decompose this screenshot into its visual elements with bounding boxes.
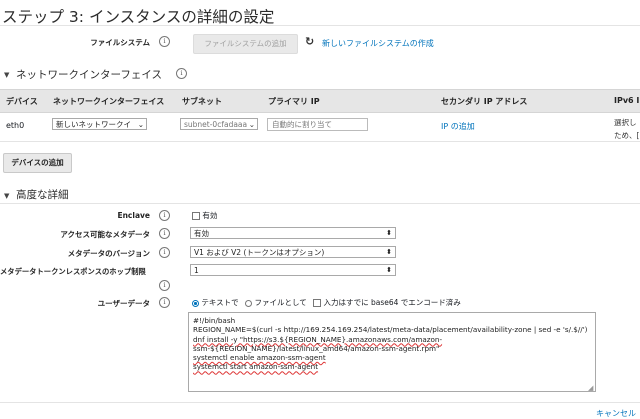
enclave-label: Enclave xyxy=(117,211,150,220)
script-line: dnf install -y "https://s3.${REGION_NAME… xyxy=(193,334,443,344)
enclave-checkbox-label: 有効 xyxy=(202,211,218,220)
caret-down-icon[interactable]: ▼ xyxy=(4,192,9,200)
select-arrows-icon: ⬍ xyxy=(386,229,392,237)
info-icon[interactable]: i xyxy=(159,210,170,221)
caret-down-icon[interactable]: ▼ xyxy=(4,71,9,79)
radio-as-text[interactable] xyxy=(192,299,199,307)
divider xyxy=(0,25,640,26)
metadata-access-label: アクセス可能なメタデータ xyxy=(60,230,150,239)
device-cell: eth0 xyxy=(6,121,25,130)
select-arrows-icon: ⬍ xyxy=(386,266,392,274)
column-interface: ネットワークインターフェイス xyxy=(53,97,165,106)
metadata-access-select[interactable]: 有効 ⬍ xyxy=(190,227,396,239)
radio-as-text-label: テキストで xyxy=(201,298,239,307)
user-data-label: ユーザーデータ xyxy=(97,299,150,308)
hop-limit-select[interactable]: 1 ⬍ xyxy=(190,264,396,276)
create-filesystem-link[interactable]: 新しいファイルシステムの作成 xyxy=(322,38,434,49)
radio-as-file[interactable] xyxy=(245,299,253,307)
info-icon[interactable]: i xyxy=(159,280,170,291)
cancel-link[interactable]: キャンセル xyxy=(596,408,636,419)
enclave-checkbox[interactable] xyxy=(192,212,200,220)
divider xyxy=(0,203,640,204)
divider xyxy=(0,402,640,403)
divider xyxy=(0,141,640,142)
ipv6-note-line2: ため、[ xyxy=(614,131,640,140)
info-icon[interactable]: i xyxy=(176,68,187,79)
column-secondary-ip: セカンダリ IP アドレス xyxy=(441,97,528,106)
info-icon[interactable]: i xyxy=(159,228,170,239)
ipv6-note-line1: 選択し xyxy=(614,118,637,127)
add-device-button[interactable]: デバイスの追加 xyxy=(3,153,72,173)
column-ipv6: IPv6 IP xyxy=(614,96,640,105)
subnet-select[interactable]: subnet-0cfadaaa ⌄ xyxy=(180,118,258,130)
info-icon[interactable]: i xyxy=(159,247,170,258)
column-subnet: サブネット xyxy=(182,97,222,106)
base64-checkbox-label: 入力はすでに base64 でエンコード済み xyxy=(323,298,461,307)
info-icon[interactable]: i xyxy=(159,36,170,47)
add-filesystem-button[interactable]: ファイルシステムの追加 xyxy=(193,34,298,54)
script-line: systemctl start amazon-ssm-agent xyxy=(193,362,319,372)
column-primary-ip: プライマリ IP xyxy=(268,97,320,106)
script-line: ssm-${REGION_NAME}/latest/linux_amd64/am… xyxy=(193,343,440,353)
metadata-version-label: メタデータのバージョン xyxy=(67,249,150,258)
script-line: REGION_NAME=$(curl -s http://169.254.169… xyxy=(193,325,588,335)
hop-limit-label: メタデータトークンレスポンスのホップ制限 xyxy=(0,267,146,276)
add-secondary-ip-link[interactable]: IP の追加 xyxy=(441,121,475,132)
page-title: ステップ 3: インスタンスの詳細の設定 xyxy=(2,8,275,26)
user-data-options: テキストで ファイルとして 入力はすでに base64 でエンコード済み xyxy=(192,297,461,308)
user-data-textarea[interactable]: #!/bin/bash REGION_NAME=$(curl -s http://… xyxy=(188,312,596,392)
resize-handle-icon[interactable]: ◢ xyxy=(588,384,593,392)
network-section-heading[interactable]: ネットワークインターフェイス xyxy=(16,67,162,82)
info-icon[interactable]: i xyxy=(159,297,170,308)
column-device: デバイス xyxy=(6,97,38,106)
base64-checkbox[interactable] xyxy=(313,299,322,307)
filesystem-label: ファイルシステム xyxy=(90,38,150,47)
enclave-checkbox-group[interactable]: 有効 xyxy=(192,210,217,221)
primary-ip-input[interactable]: 自動的に割り当て xyxy=(267,118,368,131)
script-line: systemctl enable amazon-ssm-agent xyxy=(193,353,326,363)
interface-select[interactable]: 新しいネットワークイ ⌄ xyxy=(52,118,147,130)
script-line: #!/bin/bash xyxy=(193,316,236,325)
metadata-version-select[interactable]: V1 および V2 (トークンはオプション) ⬍ xyxy=(190,246,396,258)
select-arrows-icon: ⬍ xyxy=(386,248,392,256)
radio-as-file-label: ファイルとして xyxy=(254,298,307,307)
refresh-icon[interactable]: ↻ xyxy=(305,35,314,48)
advanced-section-heading[interactable]: 高度な詳細 xyxy=(16,187,69,202)
